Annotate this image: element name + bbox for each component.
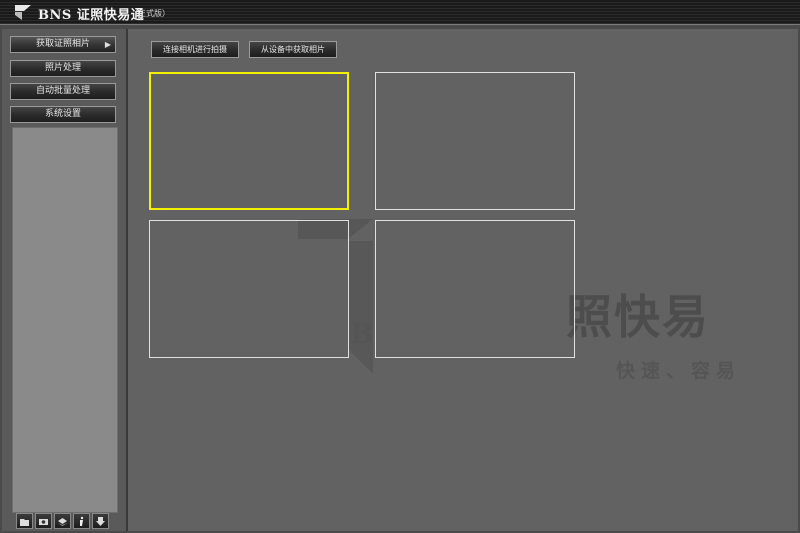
photo-slot-3[interactable] [149, 220, 349, 358]
layers-icon [58, 517, 67, 526]
watermark-brand: 照快易 [566, 290, 710, 344]
camera-button[interactable] [35, 513, 52, 529]
open-icon [20, 518, 29, 526]
layers-button[interactable] [54, 513, 71, 529]
photo-slot-4[interactable] [375, 220, 575, 358]
content-area: B 照快易 快速、容易 连接相机进行拍摄 从设备中获取相片 [128, 29, 798, 531]
photo-slot-1[interactable] [149, 72, 349, 210]
export-icon [96, 516, 105, 526]
bns-logo-icon [15, 5, 31, 20]
nav-system-settings-label: 系统设置 [44, 109, 81, 119]
camera-icon [39, 518, 48, 525]
app-edition: （正式版） [130, 9, 170, 18]
app-title: BNS 证照快易通 [38, 8, 145, 23]
sidebar-panel [12, 127, 118, 513]
main-frame: 获取证照相片 ▶ 照片处理 自动批量处理 系统设置 B 照快易 快速、容易 连接… [0, 25, 800, 533]
watermark-letter: B [350, 317, 374, 350]
nav-batch-processing-label: 自动批量处理 [35, 86, 90, 96]
export-button[interactable] [92, 513, 109, 529]
connect-camera-button[interactable]: 连接相机进行拍摄 [151, 41, 239, 58]
info-icon [80, 516, 84, 526]
chevron-right-icon: ▶ [104, 40, 111, 49]
title-bar: BNS 证照快易通 （正式版） [0, 0, 800, 25]
sidebar-toolbar [16, 513, 112, 529]
watermark-slogan: 快速、容易 [616, 360, 742, 382]
nav-batch-processing[interactable]: 自动批量处理 [10, 83, 116, 100]
info-button[interactable] [73, 513, 90, 529]
open-button[interactable] [16, 513, 33, 529]
sidebar: 获取证照相片 ▶ 照片处理 自动批量处理 系统设置 [2, 29, 128, 531]
nav-get-photos-label: 获取证照相片 [35, 39, 90, 49]
nav-get-photos[interactable]: 获取证照相片 ▶ [10, 36, 116, 53]
nav-photo-processing[interactable]: 照片处理 [10, 60, 116, 77]
get-from-device-button[interactable]: 从设备中获取相片 [249, 41, 337, 58]
nav-system-settings[interactable]: 系统设置 [10, 106, 116, 123]
nav-photo-processing-label: 照片处理 [44, 63, 81, 73]
photo-slot-2[interactable] [375, 72, 575, 210]
